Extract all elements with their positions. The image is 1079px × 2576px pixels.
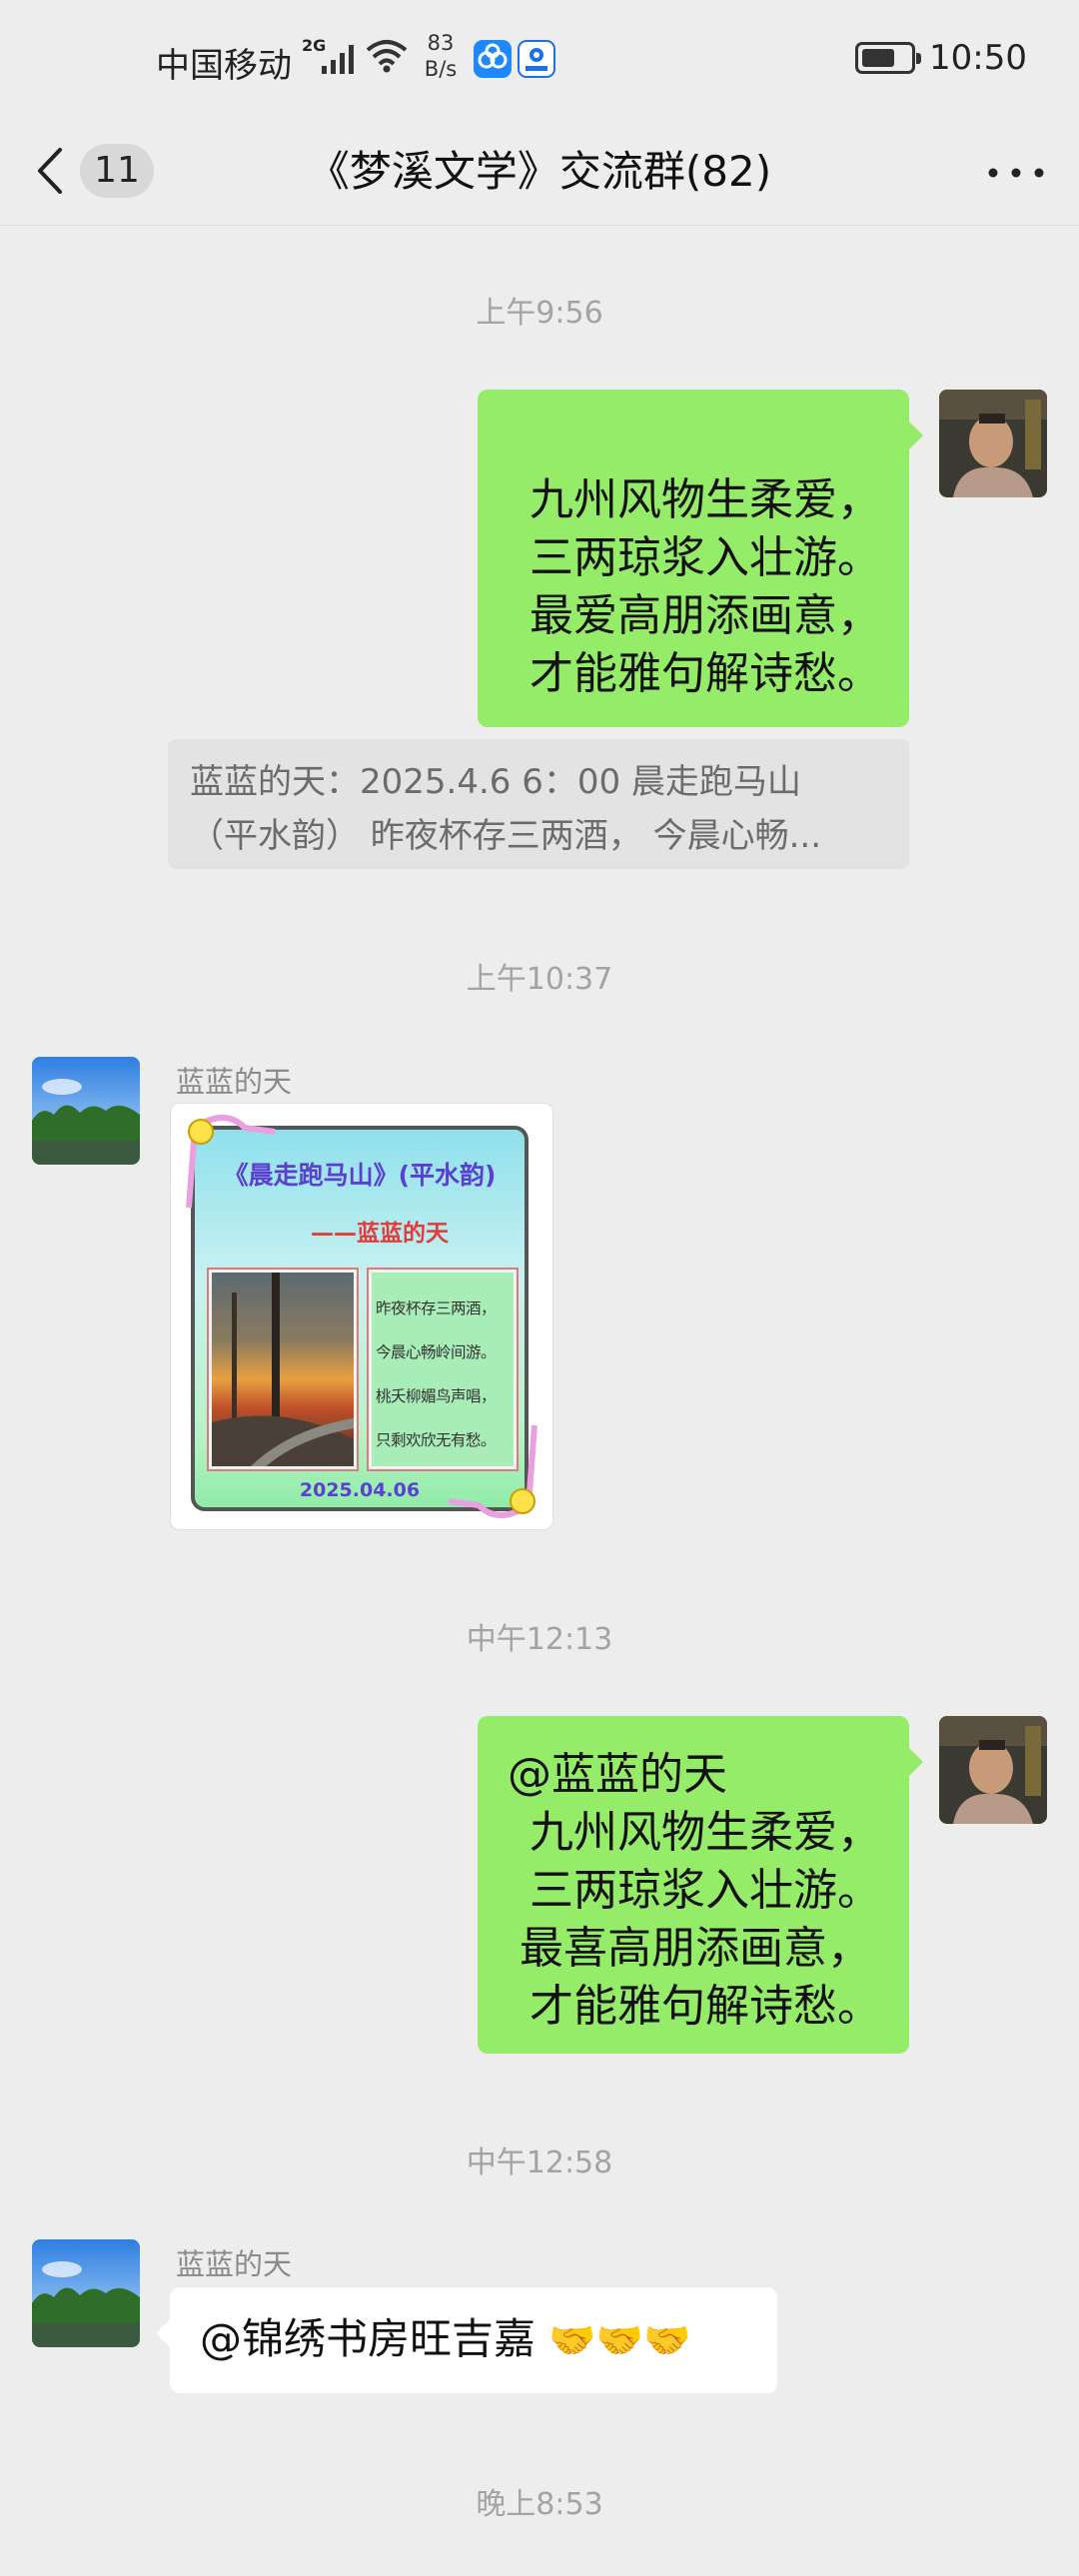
card-author: ——蓝蓝的天 xyxy=(311,1221,449,1247)
wifi-icon xyxy=(366,40,408,73)
more-options-icon[interactable] xyxy=(983,148,1049,198)
message-timestamp: 上午10:37 xyxy=(466,962,613,997)
image-message[interactable]: 《晨走跑马山》(平水韵) ——蓝蓝的天 昨夜杯存三两酒， 今晨心畅岭间游。 桃夭… xyxy=(170,1103,553,1530)
avatar[interactable] xyxy=(939,1716,1047,1824)
sender-name: 蓝蓝的天 xyxy=(176,1065,293,1099)
message-timestamp: 中午12:13 xyxy=(466,1622,613,1657)
card-poem-line: 桃夭柳媚鸟声唱， xyxy=(376,1387,497,1405)
sender-avatar-image xyxy=(32,1057,140,1165)
status-time: 10:50 xyxy=(929,38,1027,78)
signal-icon xyxy=(322,45,354,74)
message-bubble-outgoing[interactable]: 九州风物生柔爱， 三两琼浆入壮游。 最爱高朋添画意， 才能雅句解诗愁。 xyxy=(478,390,923,727)
back-button[interactable]: 11 xyxy=(34,138,164,204)
message-line: 九州风物生柔爱， xyxy=(530,474,881,525)
avatar[interactable] xyxy=(939,390,1047,497)
message-text: @锦绣书房旺吉嘉 xyxy=(200,2314,549,2363)
message-line: 最喜高朋添画意， xyxy=(520,1923,871,1974)
ribbon-bow-icon xyxy=(186,1115,276,1209)
message-bubble-incoming[interactable]: @锦绣书房旺吉嘉 🤝🤝🤝 xyxy=(156,2287,777,2393)
quoted-message[interactable]: 蓝蓝的天：2025.4.6 6：00 晨走跑马山 （平水韵） 昨夜杯存三两酒， … xyxy=(168,739,909,869)
message-line: 才能雅句解诗愁。 xyxy=(530,1981,881,2032)
chevron-left-icon xyxy=(38,148,62,194)
carrier-label: 中国移动 xyxy=(156,46,292,86)
sender-avatar-image xyxy=(32,2239,140,2347)
avatar[interactable] xyxy=(32,2239,140,2347)
network-speed: 83 B/s xyxy=(418,30,464,82)
handshake-emoji: 🤝🤝🤝 xyxy=(548,2318,691,2362)
quote-line: 蓝蓝的天：2025.4.6 6：00 晨走跑马山 xyxy=(190,762,801,802)
sender-name: 蓝蓝的天 xyxy=(176,2247,293,2281)
message-line: 三两琼浆入壮游。 xyxy=(530,532,881,583)
message-timestamp: 晚上8:53 xyxy=(476,2487,603,2522)
battery-icon xyxy=(855,42,921,74)
quote-line: （平水韵） 昨夜杯存三两酒， 今晨心畅... xyxy=(190,816,822,856)
card-poem-line: 今晨心畅岭间游。 xyxy=(376,1343,497,1361)
battery-level xyxy=(862,49,894,67)
ribbon-bow-icon xyxy=(448,1424,538,1518)
message-line: 三两琼浆入壮游。 xyxy=(530,1865,881,1916)
card-photo xyxy=(207,1268,359,1471)
card-poem-line: 昨夜杯存三两酒， xyxy=(376,1299,497,1317)
user-avatar-image xyxy=(939,390,1047,497)
message-bubble-outgoing[interactable]: @蓝蓝的天 九州风物生柔爱， 三两琼浆入壮游。 最喜高朋添画意， 才能雅句解诗愁… xyxy=(478,1716,923,2054)
sunrise-forest-image xyxy=(212,1273,354,1466)
status-bar: 中国移动 2G 83 B/s 10:50 xyxy=(0,0,1079,118)
user-avatar-image xyxy=(939,1716,1047,1824)
avatar[interactable] xyxy=(32,1057,140,1165)
speed-value: 83 xyxy=(427,31,455,55)
message-line: 才能雅句解诗愁。 xyxy=(530,648,881,699)
unread-count-badge: 11 xyxy=(80,144,154,198)
mention-line: @蓝蓝的天 xyxy=(508,1749,727,1800)
message-timestamp: 中午12:58 xyxy=(466,2146,613,2180)
message-line: 最爱高朋添画意， xyxy=(530,590,881,641)
message-timestamp: 上午9:56 xyxy=(476,296,603,331)
chat-header: 11 《梦溪文学》交流群(82) xyxy=(0,118,1079,226)
speed-unit: B/s xyxy=(424,57,458,81)
notification-app-icon xyxy=(474,40,512,78)
message-line: 九州风物生柔爱， xyxy=(530,1807,881,1858)
notification-map-icon xyxy=(518,40,555,78)
chat-title: 《梦溪文学》交流群(82) xyxy=(307,147,772,196)
